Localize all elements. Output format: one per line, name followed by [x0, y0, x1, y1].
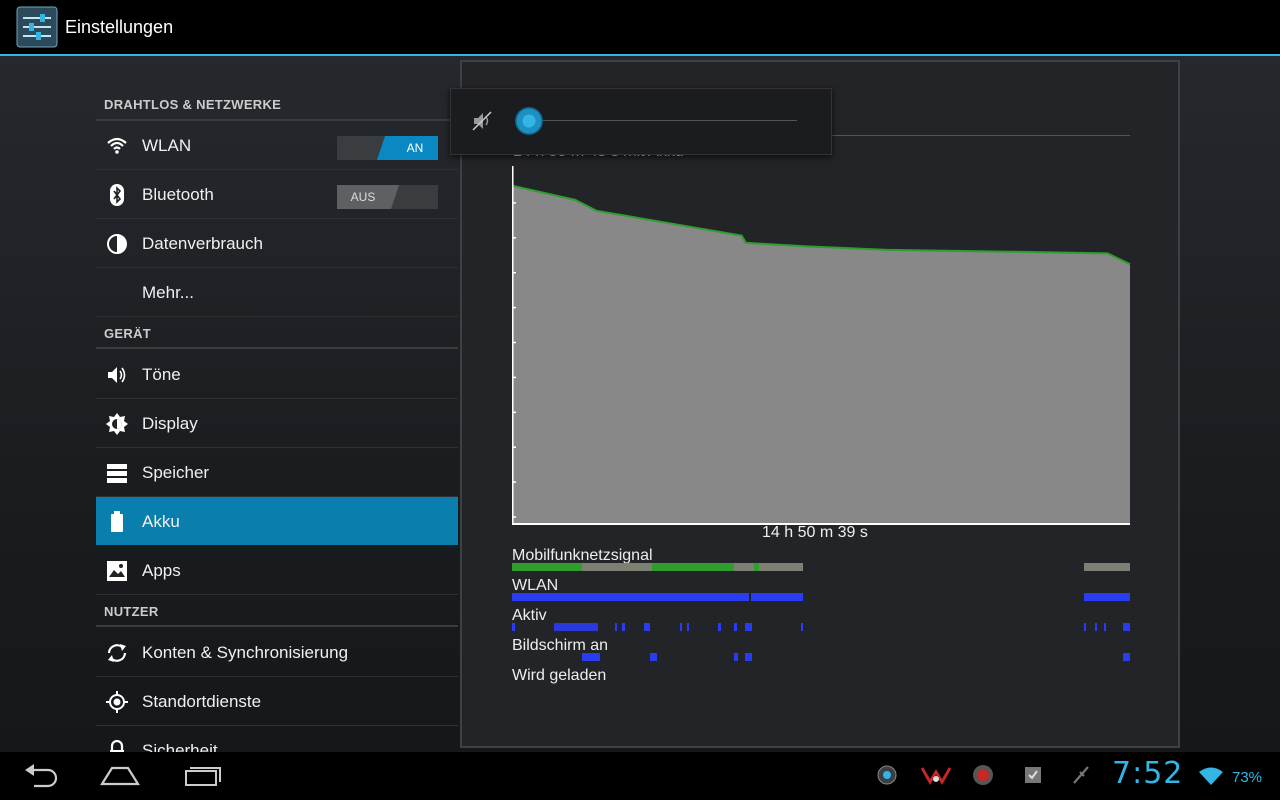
home-button[interactable]: [100, 762, 140, 795]
notification-app-icon[interactable]: [876, 764, 898, 791]
apps-icon: [106, 560, 128, 582]
bluetooth-icon: [106, 184, 128, 206]
settings-item-sound[interactable]: Töne: [96, 350, 458, 399]
data-usage-label: Datenverbrauch: [142, 234, 263, 253]
wlan-label: WLAN: [142, 136, 192, 155]
wlan-toggle[interactable]: AN: [337, 136, 438, 160]
action-bar: Einstellungen: [0, 0, 1280, 56]
battery-level-area: [513, 185, 1130, 525]
settings-item-data-usage[interactable]: Datenverbrauch: [96, 219, 458, 268]
volume-slider-thumb[interactable]: [515, 107, 543, 135]
battery-percentage: 73%: [1232, 769, 1263, 786]
wlan-track: [512, 593, 1130, 601]
back-button[interactable]: [22, 762, 60, 795]
sound-label: Töne: [142, 365, 181, 384]
settings-item-bluetooth[interactable]: Bluetooth AUS: [96, 170, 458, 219]
battery-icon: [106, 511, 128, 533]
active-track: [512, 623, 1130, 631]
battery-duration: 14 h 50 m 39 s: [762, 524, 868, 541]
apps-label: Apps: [142, 561, 181, 580]
battery-level-chart: [512, 166, 1131, 525]
bluetooth-toggle[interactable]: AUS: [337, 185, 438, 209]
settings-item-storage[interactable]: Speicher: [96, 448, 458, 497]
location-label: Standortdienste: [142, 692, 262, 711]
speaker-icon: [106, 364, 128, 386]
settings-item-apps[interactable]: Apps: [96, 546, 458, 595]
signal-track: [512, 563, 1130, 571]
brightness-icon: [106, 413, 128, 435]
bluetooth-toggle-state: AUS: [350, 190, 376, 204]
more-label: Mehr...: [142, 283, 194, 302]
system-navigation-bar: 7:52 73%: [0, 752, 1280, 800]
section-header-device: GERÄT: [104, 326, 151, 341]
volume-popup: [450, 88, 832, 155]
status-clock[interactable]: 7:52: [1112, 756, 1183, 791]
notification-record-icon[interactable]: [972, 764, 994, 791]
lock-icon: [106, 739, 128, 752]
screen-on-track: [582, 653, 1130, 661]
wlan-toggle-state: AN: [406, 141, 424, 155]
security-label: Sicherheit: [142, 741, 218, 752]
battery-label: Akku: [142, 512, 180, 531]
settings-app-icon[interactable]: [16, 6, 58, 48]
settings-item-display[interactable]: Display: [96, 399, 458, 448]
accounts-label: Konten & Synchronisierung: [142, 643, 349, 662]
data-usage-icon: [106, 233, 128, 255]
track-label-charging: Wird geladen: [512, 667, 607, 684]
notification-game-icon[interactable]: [920, 764, 952, 791]
battery-history-panel: 14 h 50 m 45 s mit Akku 14 h 50 m 39 s M…: [460, 60, 1180, 748]
notification-usb-icon[interactable]: [1070, 764, 1092, 791]
section-divider: [96, 347, 458, 349]
settings-item-battery[interactable]: Akku: [96, 497, 458, 545]
settings-item-wlan[interactable]: WLAN AN: [96, 121, 458, 170]
settings-item-location[interactable]: Standortdienste: [96, 677, 458, 726]
volume-slider-track[interactable]: [531, 120, 797, 121]
settings-item-accounts[interactable]: Konten & Synchronisierung: [96, 628, 458, 677]
app-title: Einstellungen: [65, 17, 174, 37]
volume-muted-icon[interactable]: [471, 109, 495, 138]
section-header-wireless: DRAHTLOS & NETZWERKE: [104, 97, 282, 112]
wifi-signal-icon: [1198, 766, 1224, 791]
storage-icon: [106, 462, 128, 484]
storage-label: Speicher: [142, 463, 210, 482]
recent-apps-button[interactable]: [182, 762, 222, 795]
notification-download-icon[interactable]: [1022, 764, 1044, 791]
bluetooth-label: Bluetooth: [142, 185, 214, 204]
wifi-icon: [106, 135, 128, 157]
section-header-user: NUTZER: [104, 604, 159, 619]
section-divider: [96, 625, 458, 627]
settings-item-security[interactable]: Sicherheit: [96, 726, 458, 752]
display-label: Display: [142, 414, 198, 433]
sync-icon: [106, 642, 128, 664]
settings-item-more[interactable]: Mehr...: [96, 268, 458, 317]
location-icon: [106, 691, 128, 713]
